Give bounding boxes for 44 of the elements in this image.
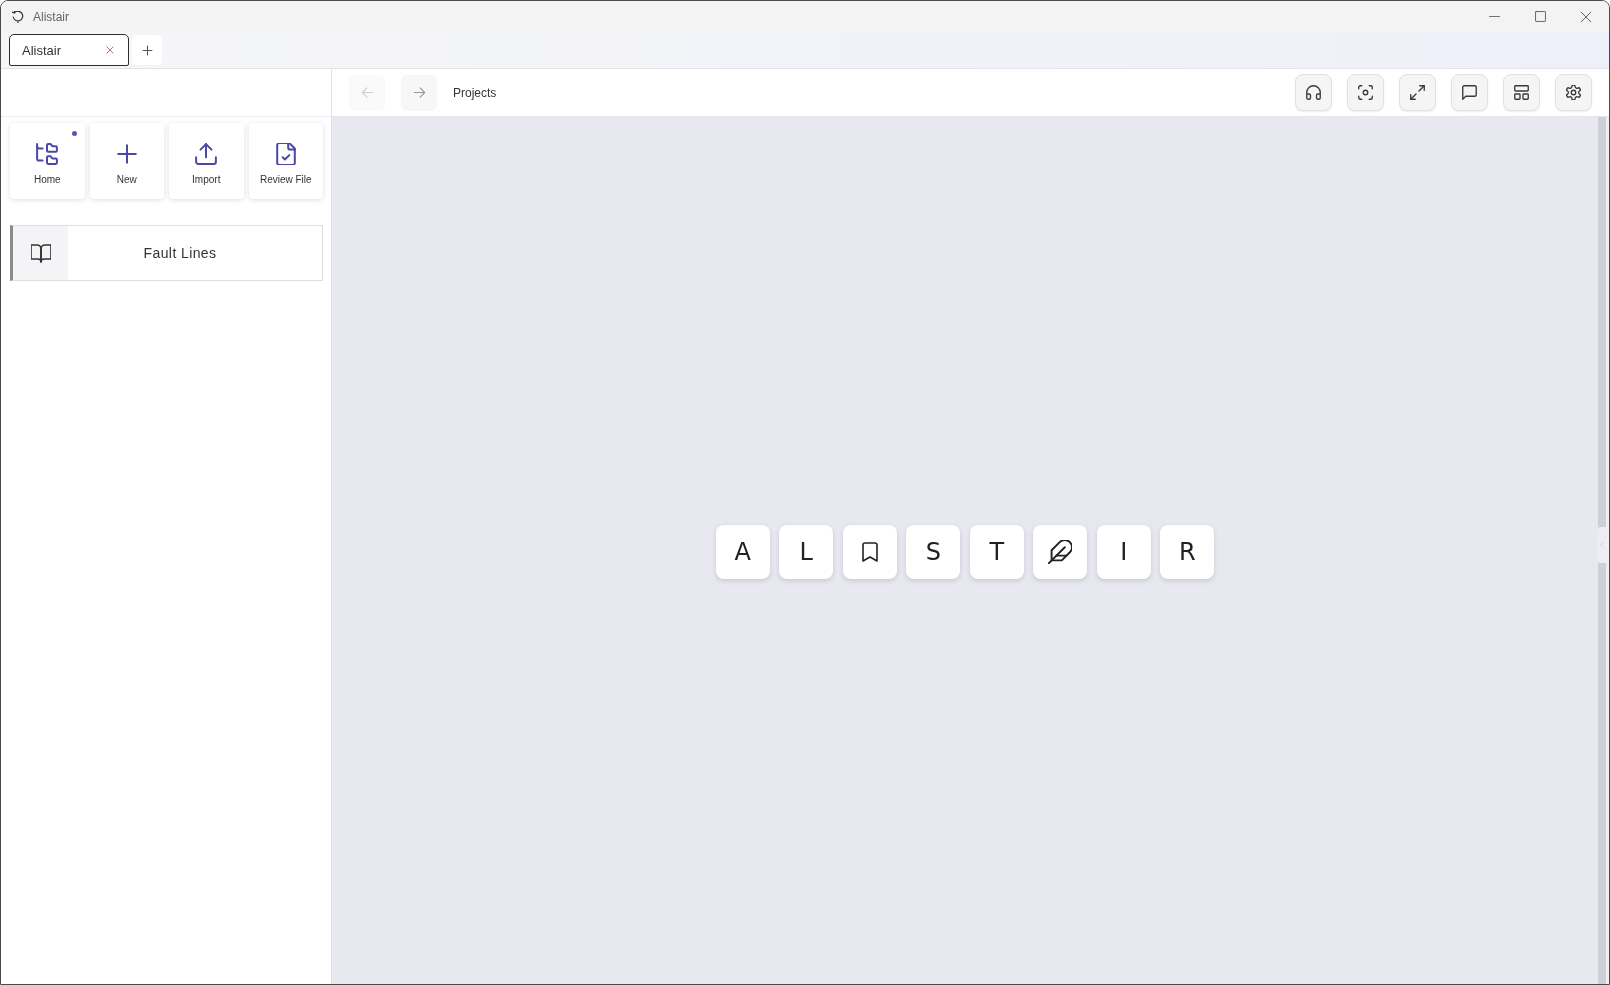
feather-icon (1048, 539, 1073, 564)
plus-icon (115, 143, 138, 165)
arrow-left-icon (360, 86, 374, 99)
chevron-icon (1598, 542, 1605, 548)
settings-icon (1566, 85, 1581, 100)
focus-icon (1358, 85, 1373, 100)
quick-action-button[interactable]: Home (10, 123, 85, 199)
fullscreen-button[interactable] (1399, 74, 1436, 111)
layout-icon (1514, 85, 1529, 100)
letter-tile: A (715, 524, 770, 579)
quick-action-button[interactable]: Review File (248, 123, 323, 199)
letter-tile: T (969, 524, 1024, 579)
headphones-icon (1306, 85, 1321, 100)
focus-button[interactable] (1347, 74, 1384, 111)
arrow-right-icon (412, 86, 426, 99)
file-check-icon (274, 143, 297, 165)
close-icon (106, 46, 114, 54)
upload-icon (195, 143, 218, 165)
quick-action-button[interactable]: New (89, 123, 164, 199)
letter-tile: R (1160, 524, 1215, 579)
folder-tree-icon (36, 143, 59, 165)
settings-button[interactable] (1555, 74, 1592, 111)
window-title: Alistair (33, 9, 69, 24)
tab-label: Alistair (22, 42, 61, 58)
letter-tile: L (779, 524, 834, 579)
book-icon (30, 243, 51, 263)
chat-button[interactable] (1451, 74, 1488, 111)
bookmark-icon (859, 541, 880, 562)
close-icon (1580, 10, 1592, 23)
expand-icon (1410, 85, 1425, 100)
plus-icon (141, 44, 153, 56)
project-item[interactable]: Fault Lines (10, 225, 323, 281)
breadcrumb: Projects (453, 85, 497, 100)
chat-icon (1462, 85, 1477, 100)
layout-button[interactable] (1503, 74, 1540, 111)
maximize-icon (1534, 11, 1546, 22)
scrollbar[interactable] (1598, 117, 1606, 984)
quick-action-button[interactable]: Import (169, 123, 244, 199)
app-icon (12, 10, 24, 23)
letter-tile: I (1096, 524, 1151, 579)
tab[interactable]: Alistair (9, 34, 129, 66)
audio-button[interactable] (1295, 74, 1332, 111)
collapse-handle[interactable] (1597, 527, 1606, 563)
letter-tile: S (906, 524, 961, 579)
